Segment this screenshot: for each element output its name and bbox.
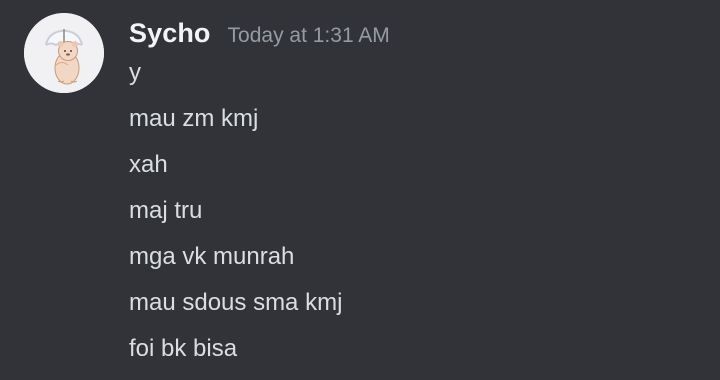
message-text: y	[129, 59, 141, 86]
message-header: Sycho Today at 1:31 AM	[129, 18, 390, 54]
user-avatar[interactable]	[24, 13, 104, 93]
message-list: y mau zm kmj xah maj tru mga vk munrah m…	[129, 58, 342, 380]
message-text: mga vk munrah	[129, 243, 295, 270]
message-group: Sycho Today at 1:31 AM y mau zm kmj xah …	[0, 0, 720, 373]
message-text: mau zm kmj	[129, 105, 259, 132]
avatar-bear-umbrella-icon	[24, 13, 104, 93]
message-timestamp[interactable]: Today at 1:31 AM	[228, 24, 390, 48]
message-text: xah	[129, 151, 168, 178]
message-text: mau sdous sma kmj	[129, 289, 343, 316]
message-text: maj tru	[129, 197, 203, 224]
username[interactable]: Sycho	[129, 18, 211, 49]
message-text: foi bk bisa	[129, 335, 238, 362]
